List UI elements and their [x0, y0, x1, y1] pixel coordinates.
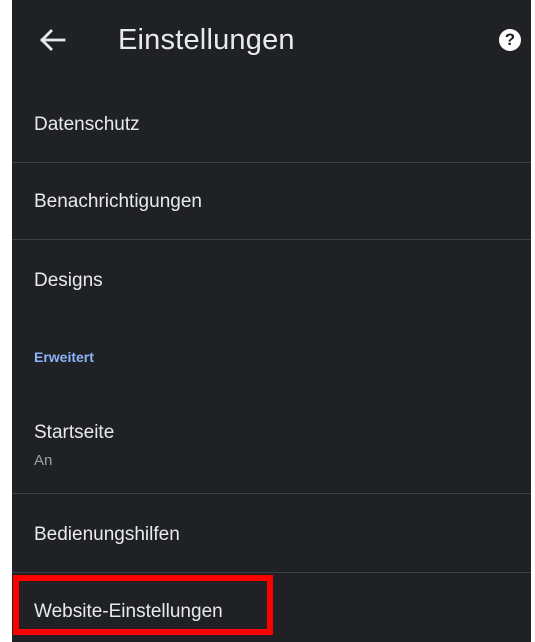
settings-screen: Einstellungen ? Datenschutz Benachrichti…: [12, 0, 531, 642]
setting-item-startseite[interactable]: Startseite An: [12, 400, 531, 493]
setting-item-designs[interactable]: Designs: [12, 240, 531, 320]
back-button[interactable]: [30, 18, 74, 62]
setting-item-datenschutz[interactable]: Datenschutz: [12, 83, 531, 162]
setting-item-label: Startseite: [34, 422, 115, 443]
arrow-back-icon: [40, 29, 66, 51]
help-icon: ?: [499, 29, 521, 51]
setting-item-bedienungshilfen[interactable]: Bedienungshilfen: [12, 494, 531, 572]
setting-item-label: Bedienungshilfen: [34, 524, 180, 545]
app-bar: Einstellungen ?: [12, 0, 531, 82]
setting-item-label: Designs: [34, 270, 103, 291]
section-header-erweitert: Erweitert: [34, 349, 94, 365]
setting-item-label: Datenschutz: [34, 114, 140, 135]
setting-item-label: Benachrichtigungen: [34, 191, 202, 212]
help-button[interactable]: ?: [492, 22, 528, 58]
setting-item-label: Website-Einstellungen: [34, 601, 223, 622]
setting-item-website-einstellungen[interactable]: Website-Einstellungen: [12, 573, 531, 642]
page-title: Einstellungen: [118, 24, 295, 56]
setting-item-value: An: [34, 452, 53, 469]
setting-item-benachrichtigungen[interactable]: Benachrichtigungen: [12, 163, 531, 239]
